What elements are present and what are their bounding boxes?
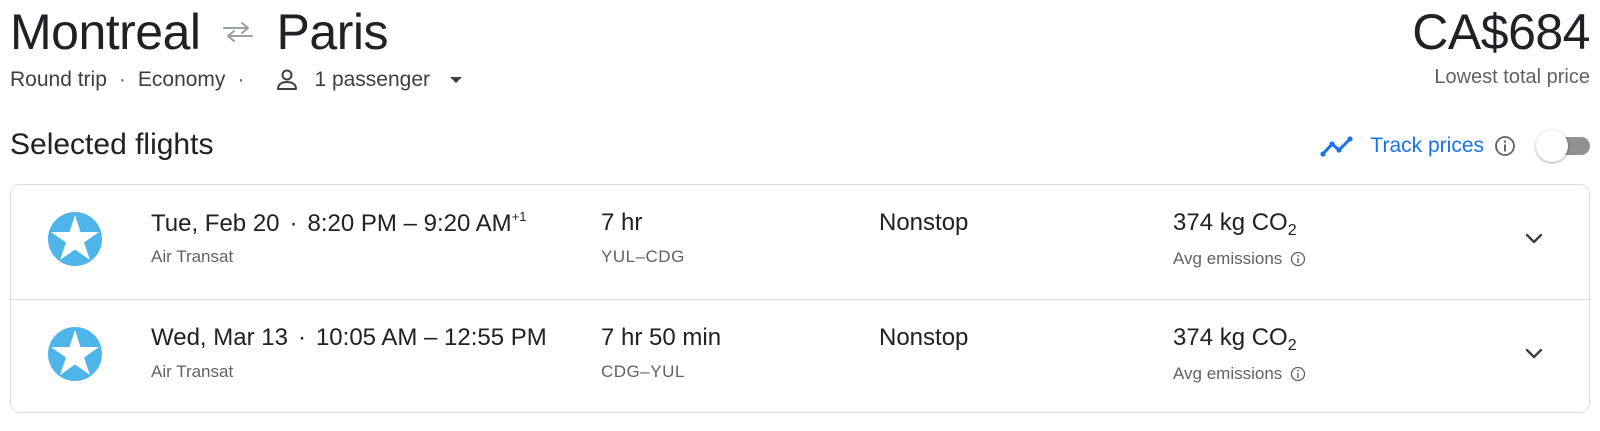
day-offset: +1: [511, 209, 527, 224]
emissions-value: 374 kg CO2: [1173, 324, 1297, 355]
flight-times: Wed, Mar 13 · 10:05 AM – 12:55 PM: [151, 324, 547, 351]
info-icon[interactable]: [1290, 366, 1306, 382]
info-icon[interactable]: [1290, 251, 1306, 267]
total-price: CA$684: [1412, 4, 1590, 60]
chevron-down-icon[interactable]: [1523, 227, 1545, 249]
airport-codes: YUL–CDG: [601, 247, 685, 266]
emissions-label: Avg emissions: [1173, 364, 1283, 383]
airport-codes: CDG–YUL: [601, 362, 685, 381]
flight-row[interactable]: Wed, Mar 13 · 10:05 AM – 12:55 PM Air Tran…: [11, 299, 1589, 412]
track-prices-toggle[interactable]: [1536, 130, 1590, 162]
selected-flights-card: Tue, Feb 20 · 8:20 PM – 9:20 AM+1 Air Tran…: [10, 184, 1590, 413]
air-transat-logo-icon: [48, 212, 102, 266]
emissions-info: Avg emissions: [1173, 249, 1306, 269]
trend-icon: [1320, 136, 1354, 157]
flight-date: Tue, Feb 20: [151, 210, 280, 237]
passenger-count: 1 passenger: [314, 68, 431, 91]
separator-dot: ·: [237, 68, 245, 91]
track-prices-label[interactable]: Track prices: [1370, 134, 1484, 158]
price-label: Lowest total price: [1434, 66, 1590, 88]
flight-row[interactable]: Tue, Feb 20 · 8:20 PM – 9:20 AM+1 Air Tran…: [11, 185, 1589, 299]
route-title: Montreal Paris: [10, 2, 388, 62]
emissions-label: Avg emissions: [1173, 249, 1283, 268]
stops: Nonstop: [879, 209, 969, 236]
flight-times: Tue, Feb 20 · 8:20 PM – 9:20 AM+1: [151, 209, 527, 237]
chevron-down-icon[interactable]: [1523, 342, 1545, 364]
trip-options: Round trip · Economy · 1 passenger: [10, 64, 463, 96]
air-transat-logo-icon: [48, 327, 102, 381]
toggle-knob: [1536, 130, 1568, 162]
flight-duration: 7 hr: [601, 209, 643, 236]
emissions-subscript: 2: [1287, 337, 1297, 354]
flight-date: Wed, Mar 13: [151, 324, 288, 351]
separator-dot: ·: [297, 324, 306, 351]
section-title: Selected flights: [10, 128, 214, 161]
emissions-amount: 374 kg CO: [1173, 209, 1288, 236]
passenger-selector[interactable]: 1 passenger: [274, 67, 463, 93]
emissions-value: 374 kg CO2: [1173, 209, 1297, 240]
emissions-info: Avg emissions: [1173, 364, 1306, 384]
stops: Nonstop: [879, 324, 969, 351]
swap-arrows-icon: [222, 22, 253, 42]
caret-down-icon: [450, 77, 463, 83]
separator-dot: ·: [118, 68, 126, 91]
flight-duration: 7 hr 50 min: [601, 324, 722, 351]
departure-time: 8:20 PM: [307, 210, 397, 237]
airline-name: Air Transat: [151, 247, 234, 266]
emissions-amount: 374 kg CO: [1173, 324, 1288, 351]
trip-type: Round trip: [10, 68, 107, 91]
separator-dot: ·: [289, 210, 298, 237]
origin-city: Montreal: [10, 4, 201, 60]
cabin-class: Economy: [137, 68, 226, 91]
emissions-subscript: 2: [1287, 222, 1297, 239]
arrival-time: 12:55 PM: [444, 324, 547, 351]
person-icon: [277, 69, 298, 90]
price-summary: CA$684 Lowest total price: [1412, 2, 1590, 89]
destination-city: Paris: [276, 4, 389, 60]
track-prices: Track prices: [1320, 130, 1590, 162]
info-icon[interactable]: [1494, 135, 1516, 157]
departure-time: 10:05 AM: [315, 324, 418, 351]
airline-name: Air Transat: [151, 362, 234, 381]
arrival-time: 9:20 AM: [423, 210, 512, 237]
